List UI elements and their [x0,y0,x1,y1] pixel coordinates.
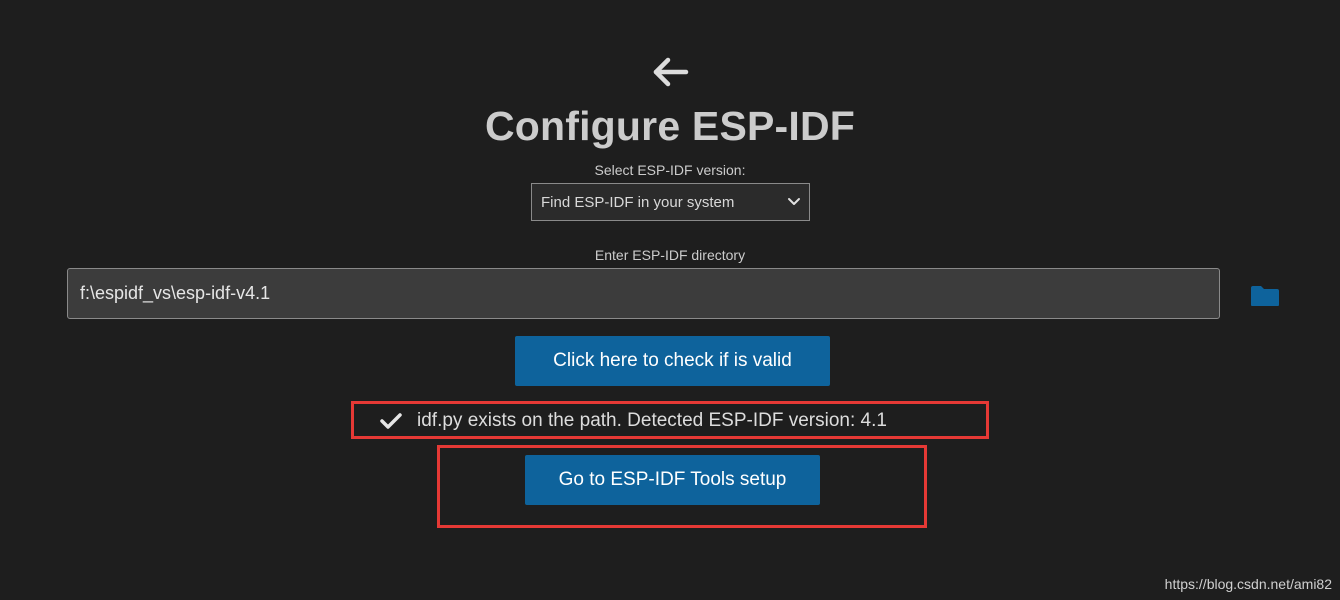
tools-setup-button-label: Go to ESP-IDF Tools setup [558,469,787,490]
chevron-down-icon [788,198,800,205]
check-valid-button[interactable]: Click here to check if is valid [515,336,830,386]
tools-setup-button[interactable]: Go to ESP-IDF Tools setup [525,455,820,505]
validation-status: idf.py exists on the path. Detected ESP-… [380,406,887,436]
directory-input[interactable]: f:\espidf_vs\esp-idf-v4.1 [67,268,1220,319]
version-select-label: Select ESP-IDF version: [594,162,746,178]
folder-icon[interactable] [1250,285,1280,307]
directory-label: Enter ESP-IDF directory [594,247,746,263]
check-valid-button-label: Click here to check if is valid [553,350,792,371]
directory-input-value: f:\espidf_vs\esp-idf-v4.1 [80,283,271,303]
watermark: https://blog.csdn.net/ami82 [1164,576,1332,592]
check-icon [380,413,402,429]
arrow-left-icon [653,57,689,87]
version-select[interactable]: Find ESP-IDF in your system [531,183,810,221]
configure-page: Configure ESP-IDF Select ESP-IDF version… [0,0,1340,600]
back-button[interactable] [648,52,692,92]
version-select-value: Find ESP-IDF in your system [541,193,735,211]
status-message: idf.py exists on the path. Detected ESP-… [417,410,887,431]
page-title: Configure ESP-IDF [484,103,856,149]
